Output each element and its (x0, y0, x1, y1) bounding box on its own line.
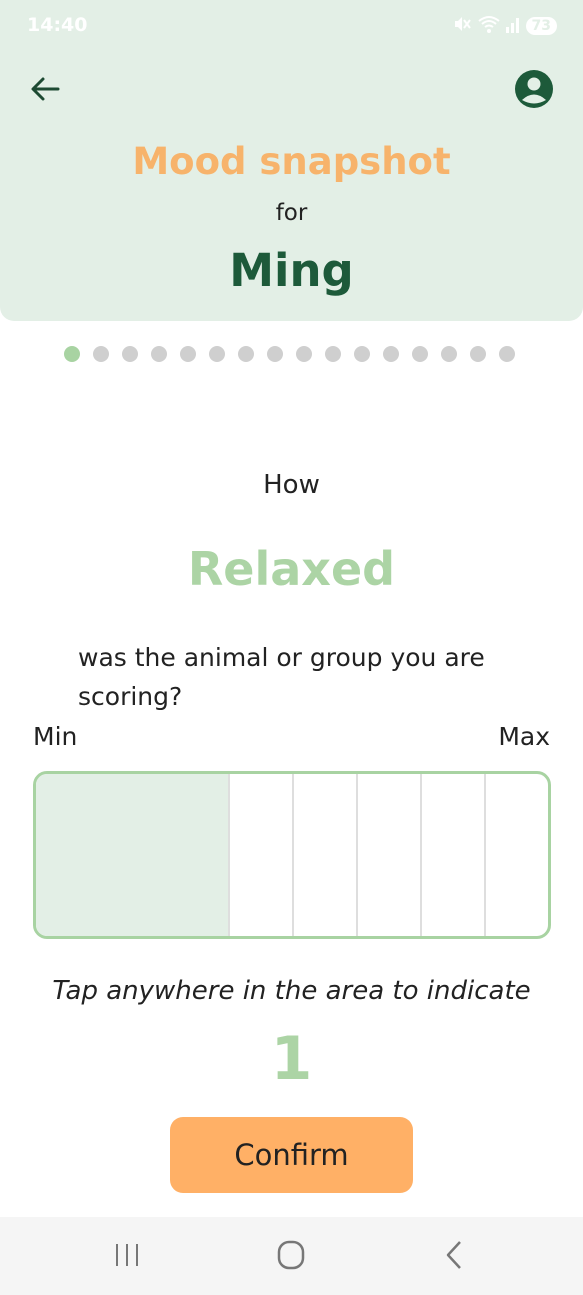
confirm-button[interactable]: Confirm (170, 1117, 413, 1193)
progress-dots (64, 346, 515, 364)
mute-icon (452, 14, 472, 38)
arrow-left-icon (31, 77, 60, 101)
progress-dot (325, 346, 341, 362)
account-circle-icon (515, 70, 553, 108)
subject-name: Ming (229, 244, 354, 297)
progress-dot (296, 346, 312, 362)
back-icon (446, 1241, 461, 1269)
status-icons: 73 (452, 14, 557, 38)
progress-dot (209, 346, 225, 362)
page-title: Mood snapshot (132, 140, 451, 183)
progress-dot (354, 346, 370, 362)
system-nav-bar (0, 1217, 583, 1295)
progress-dot (499, 346, 515, 362)
mood-word: Relaxed (187, 542, 396, 596)
header: 14:40 73 Mood snapshot for Ming (0, 0, 583, 321)
question-text: was the animal or group you are scoring? (78, 643, 485, 711)
progress-dot (64, 346, 80, 362)
back-button[interactable] (28, 72, 62, 106)
progress-dot (93, 346, 109, 362)
status-time: 14:40 (27, 14, 88, 36)
status-bar: 14:40 73 (0, 0, 583, 52)
progress-dot (470, 346, 486, 362)
score-value: 1 (270, 1024, 313, 1094)
instruction-text: Tap anywhere in the area to indicate (52, 976, 531, 1006)
scale-min-label: Min (33, 722, 78, 751)
progress-dot (267, 346, 283, 362)
scale-max-label: Max (498, 722, 550, 751)
wifi-icon (477, 14, 500, 38)
home-icon (277, 1240, 305, 1270)
nav-back-button[interactable] (435, 1237, 475, 1273)
progress-dot (412, 346, 428, 362)
recent-apps-button[interactable] (107, 1237, 147, 1273)
scale-division (484, 774, 486, 936)
rating-scale-area[interactable] (33, 771, 551, 939)
battery-icon: 73 (525, 17, 557, 35)
scale-division (292, 774, 294, 936)
progress-dot (180, 346, 196, 362)
progress-dot (122, 346, 138, 362)
progress-dot (441, 346, 457, 362)
progress-dot (383, 346, 399, 362)
progress-dot (151, 346, 167, 362)
profile-button[interactable] (514, 69, 554, 109)
scale-division (420, 774, 422, 936)
home-button[interactable] (271, 1237, 311, 1273)
question-prefix: How (263, 470, 320, 500)
scale-division (228, 774, 230, 936)
scale-fill (36, 774, 228, 936)
recent-apps-icon (116, 1244, 138, 1266)
for-label: for (275, 200, 308, 226)
progress-dot (238, 346, 254, 362)
signal-icon (505, 15, 520, 37)
scale-division (356, 774, 358, 936)
